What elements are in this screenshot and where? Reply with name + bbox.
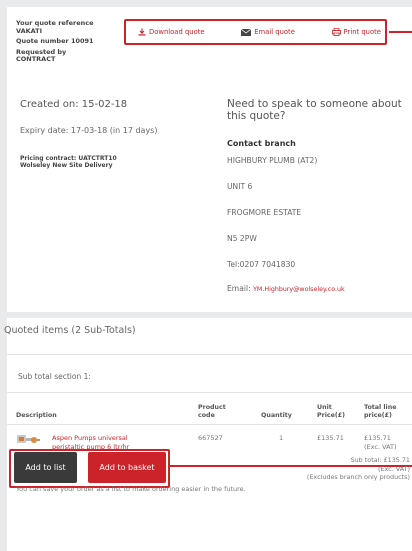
subtotal-vat-note: (Exc. VAT) (377, 465, 410, 473)
print-quote-link[interactable]: Print quote (331, 28, 381, 36)
item-quantity: 1 (279, 434, 284, 442)
add-to-list-button[interactable]: Add to list (14, 452, 77, 483)
requested-by-value: CONTRACT (16, 55, 56, 64)
quote-actions-highlight: Download quote Email quote Print quote (124, 19, 387, 45)
branch-email-row: Email: YM.Highbury@wolseley.co.uk (227, 284, 345, 293)
branch-address-line1: UNIT 6 (227, 182, 253, 191)
subtotal-value: Sub total: £135.71 (350, 456, 410, 464)
quote-number: Quote number 10091 (16, 37, 94, 46)
col-header-unit-price-line2: Price(£) (317, 412, 346, 419)
download-quote-label: Download quote (149, 28, 205, 36)
created-date: Created on: 15-02-18 (20, 99, 128, 110)
email-quote-label: Email quote (254, 28, 295, 36)
col-header-product-code-line2: code (198, 412, 215, 419)
branch-address-line2: FROGMORE ESTATE (227, 208, 302, 217)
delivery-option: Wolseley New Site Delivery (20, 162, 113, 169)
col-header-product-code-line1: Product (198, 404, 226, 411)
item-description-line1: Aspen Pumps universal (52, 434, 128, 442)
print-quote-label: Print quote (343, 28, 381, 36)
branch-name: HIGHBURY PLUMB (AT2) (227, 156, 318, 165)
contact-branch-title: Contact branch (227, 139, 296, 148)
branch-telephone: Tel:0207 7041830 (227, 260, 296, 269)
col-header-unit-price-line1: Unit (317, 404, 332, 411)
table-divider (7, 392, 412, 393)
expiry-date: Expiry date: 17-03-18 (in 17 days) (20, 126, 158, 135)
contact-heading: Need to speak to someone about this quot… (227, 98, 402, 122)
branch-email-label: Email: (227, 284, 251, 293)
item-total-value: £135.71 (364, 434, 391, 442)
product-pump-image[interactable] (16, 432, 40, 446)
download-icon (138, 28, 146, 36)
download-quote-link[interactable]: Download quote (138, 28, 205, 36)
quoted-items-title: Quoted items (2 Sub-Totals) (4, 325, 136, 336)
item-product-code: 667527 (198, 434, 223, 442)
printer-icon (331, 28, 341, 36)
col-header-total-line1: Total line (364, 404, 397, 411)
pricing-contract-value: Pricing contract: UATCTRT10 (20, 155, 117, 162)
buttons-callout-line (170, 465, 412, 467)
col-header-total-price: Total line price(£) (364, 404, 396, 420)
pricing-contract: Pricing contract: UATCTRT10 Wolseley New… (20, 155, 117, 169)
col-header-description: Description (16, 412, 57, 419)
subtotal-section-title: Sub total section 1: (18, 372, 91, 381)
subtotal-branch-note: (Excludes branch only products) (306, 473, 410, 481)
section-divider (7, 354, 412, 355)
save-list-note: You can save your order as a list to mak… (16, 485, 246, 493)
col-header-total-line2: price(£) (364, 412, 392, 419)
item-total-vat-note: (Exc. VAT) (364, 443, 397, 451)
actions-callout-line (389, 31, 412, 33)
branch-postcode: N5 2PW (227, 234, 257, 243)
item-total-price: £135.71 (Exc. VAT) (364, 434, 397, 452)
item-unit-price: £135.71 (317, 434, 344, 442)
email-quote-link[interactable]: Email quote (241, 28, 295, 36)
header-divider (7, 424, 412, 425)
add-to-basket-button[interactable]: Add to basket (88, 452, 166, 483)
envelope-icon (241, 28, 252, 36)
col-header-unit-price: Unit Price(£) (317, 404, 345, 420)
branch-email-link[interactable]: YM.Highbury@wolseley.co.uk (253, 286, 345, 293)
quote-ref-value: VAKATI (16, 26, 43, 35)
col-header-product-code: Product code (198, 404, 226, 420)
quote-reference-block: Your quote reference VAKATI Quote number… (16, 19, 94, 64)
col-header-quantity: Quantity (261, 412, 292, 419)
